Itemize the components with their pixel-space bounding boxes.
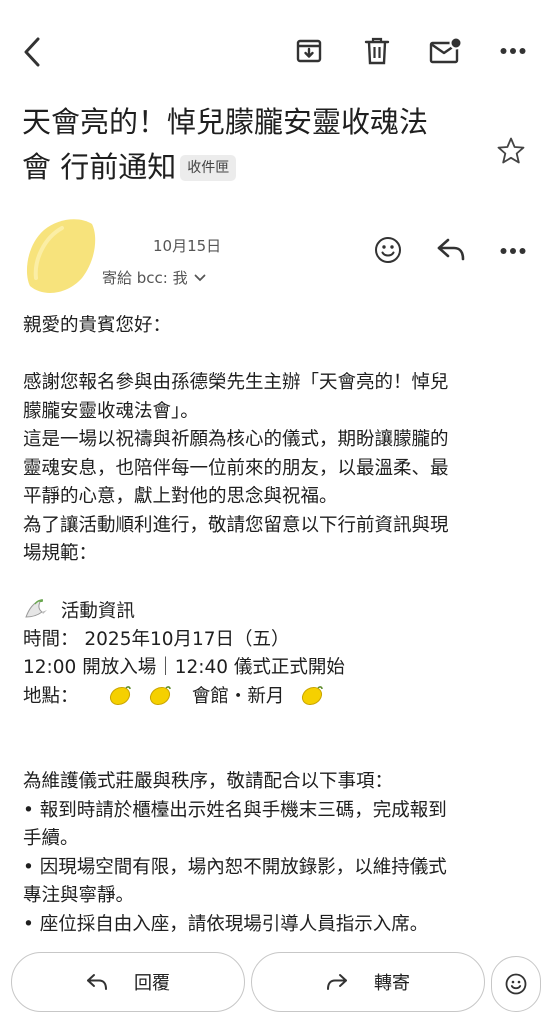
more-horizontal-icon <box>500 248 526 254</box>
body-paragraph-3-line-1: 為了讓活動順利進行，敬請您留意以下行前資訊與現 <box>23 514 449 536</box>
info-heading: 活動資訊 <box>60 601 135 622</box>
subject-line-2-row: 會 行前通知 收件匣 <box>22 145 492 190</box>
rule-2-line-2: 專注與寧靜。 <box>23 885 135 906</box>
lemon-avatar-icon <box>26 219 96 293</box>
star-icon <box>497 137 525 164</box>
sender-header: 10月15日 寄給 bcc: 我 <box>0 212 553 302</box>
forward-button[interactable]: 轉寄 <box>251 952 485 1012</box>
bottom-action-bar: 回覆 轉寄 <box>0 940 553 1024</box>
event-time: 時間： 2025年10月17日（五） <box>23 628 290 650</box>
back-button[interactable] <box>14 30 50 74</box>
reply-icon-button[interactable] <box>434 234 468 266</box>
archive-button[interactable] <box>292 34 326 68</box>
smiley-icon <box>375 237 401 263</box>
react-emoji-button[interactable] <box>372 234 404 266</box>
mark-unread-button[interactable] <box>428 34 464 68</box>
reply-button[interactable]: 回覆 <box>11 952 245 1012</box>
reply-icon <box>87 974 107 990</box>
arrow-back-icon <box>24 37 40 67</box>
location-name: 會館・新月 <box>191 685 285 707</box>
star-button[interactable] <box>494 134 528 168</box>
sender-avatar[interactable] <box>22 216 98 296</box>
info-heading-row: 活動資訊 <box>23 597 533 626</box>
lemon-icon <box>302 685 323 705</box>
body-paragraph-3-line-2: 場規範： <box>23 543 98 564</box>
reply-label: 回覆 <box>134 973 170 994</box>
rule-1-line-1: • 報到時請於櫃檯出示姓名與手機末三碼，完成報到 <box>23 799 447 821</box>
more-options-button[interactable] <box>496 36 530 66</box>
recipient-details-toggle[interactable]: 寄給 bcc: 我 <box>102 267 206 288</box>
more-horizontal-icon <box>500 48 526 54</box>
reply-icon <box>437 238 465 261</box>
subject-line-1: 天會亮的！悼兒朦朧安靈收魂法 <box>22 105 429 139</box>
smiley-icon <box>505 973 527 995</box>
top-toolbar <box>0 0 553 100</box>
rules-intro: 為維護儀式莊嚴與秩序，敬請配合以下事項： <box>23 771 394 792</box>
email-body: 親愛的貴賓您好： 感謝您報名參與由孫德榮先生主辦「天會亮的！悼兒 朦朧安靈收魂法… <box>23 312 533 939</box>
body-paragraph-2-line-1: 這是一場以祝禱與祈願為核心的儀式，期盼讓朦朧的 <box>23 429 449 450</box>
recipient-text: 寄給 bcc: 我 <box>102 269 188 287</box>
rule-2-line-1: • 因現場空間有限，場內恕不開放錄影，以維持儀式 <box>23 856 447 878</box>
dove-icon <box>25 599 47 618</box>
event-location-row: 地點： 會館・新月 <box>23 683 533 712</box>
forward-icon <box>327 974 347 990</box>
rule-1-line-2: 手續。 <box>23 828 79 849</box>
mail-unread-icon <box>429 36 463 64</box>
greeting: 親愛的貴賓您好： <box>23 315 172 336</box>
body-paragraph-1-line-2: 朦朧安靈收魂法會」。 <box>23 400 199 422</box>
trash-icon <box>364 37 390 65</box>
body-paragraph-1-line-1: 感謝您報名參與由孫德榮先生主辦「天會亮的！悼兒 <box>23 372 449 393</box>
body-paragraph-2-line-3: 平靜的心意，獻上對他的思念與祝福。 <box>23 486 338 507</box>
emoji-reaction-button[interactable] <box>491 956 541 1012</box>
email-subject: 天會亮的！悼兒朦朧安靈收魂法 會 行前通知 收件匣 <box>22 100 492 190</box>
location-label: 地點： <box>23 685 79 707</box>
forward-label: 轉寄 <box>374 973 410 994</box>
body-paragraph-2-line-2: 靈魂安息，也陪伴每一位前來的朋友，以最溫柔、最 <box>23 457 449 479</box>
chevron-down-icon <box>194 274 206 281</box>
inbox-label-badge[interactable]: 收件匣 <box>180 155 237 181</box>
lemon-icon <box>150 685 171 705</box>
message-date: 10月15日 <box>153 237 222 255</box>
subject-line-2: 會 行前通知 <box>22 150 177 184</box>
archive-icon <box>296 39 322 63</box>
event-schedule: 12:00 開放入場｜12:40 儀式正式開始 <box>23 657 345 678</box>
lemon-icon <box>110 685 132 705</box>
message-more-button[interactable] <box>496 236 530 266</box>
rule-3-line-1: • 座位採自由入座，請依現場引導人員指示入席。 <box>23 913 429 935</box>
delete-button[interactable] <box>360 34 394 68</box>
